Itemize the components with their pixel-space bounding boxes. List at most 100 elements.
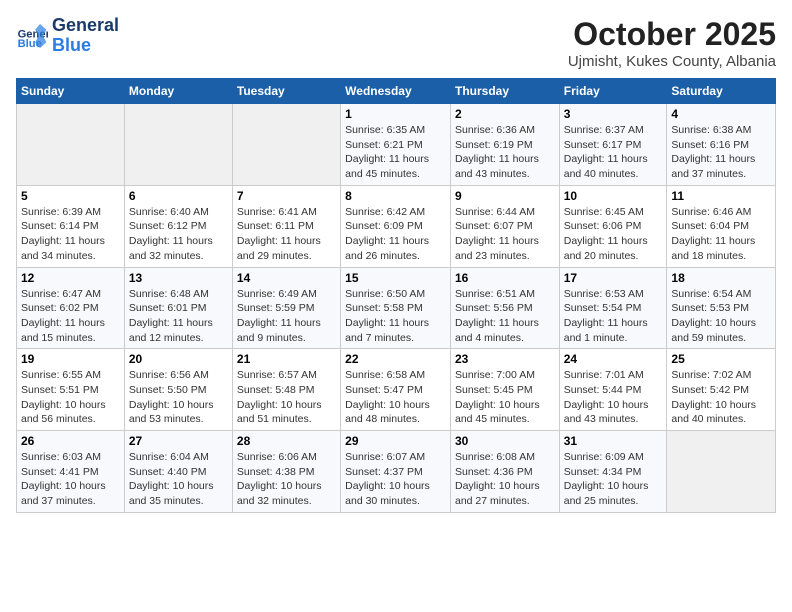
day-info: Sunrise: 6:41 AMSunset: 6:11 PMDaylight:… xyxy=(237,205,336,264)
day-info: Sunrise: 7:02 AMSunset: 5:42 PMDaylight:… xyxy=(671,368,771,427)
calendar-cell: 10Sunrise: 6:45 AMSunset: 6:06 PMDayligh… xyxy=(559,185,667,267)
day-info: Sunrise: 6:07 AMSunset: 4:37 PMDaylight:… xyxy=(345,450,446,509)
calendar-cell: 9Sunrise: 6:44 AMSunset: 6:07 PMDaylight… xyxy=(450,185,559,267)
calendar-cell: 30 Sunrise: 6:08 AMSunset: 4:36 PMDayligh… xyxy=(450,431,559,513)
calendar-cell: 17Sunrise: 6:53 AMSunset: 5:54 PMDayligh… xyxy=(559,267,667,349)
calendar-cell: 4Sunrise: 6:38 AMSunset: 6:16 PMDaylight… xyxy=(667,104,776,186)
weekday-header-tuesday: Tuesday xyxy=(232,79,340,104)
calendar-cell: 28 Sunrise: 6:06 AMSunset: 4:38 PMDayligh… xyxy=(232,431,340,513)
calendar-header: SundayMondayTuesdayWednesdayThursdayFrid… xyxy=(17,79,776,104)
day-number: 11 xyxy=(671,189,771,203)
calendar-cell: 22 Sunrise: 6:58 AMSunset: 5:47 PMDayligh… xyxy=(341,349,451,431)
day-number: 18 xyxy=(671,271,771,285)
calendar-cell: 8 Sunrise: 6:42 AMSunset: 6:09 PMDaylight… xyxy=(341,185,451,267)
calendar-cell: 3 Sunrise: 6:37 AMSunset: 6:17 PMDaylight… xyxy=(559,104,667,186)
day-info: Sunrise: 6:03 AMSunset: 4:41 PMDaylight:… xyxy=(21,450,120,509)
day-number: 26 xyxy=(21,434,120,448)
day-info: Sunrise: 6:55 AMSunset: 5:51 PMDaylight:… xyxy=(21,368,120,427)
day-info: Sunrise: 7:01 AMSunset: 5:44 PMDaylight:… xyxy=(564,368,663,427)
calendar-cell: 5 Sunrise: 6:39 AMSunset: 6:14 PMDaylight… xyxy=(17,185,125,267)
calendar-week-2: 5 Sunrise: 6:39 AMSunset: 6:14 PMDaylight… xyxy=(17,185,776,267)
day-number: 27 xyxy=(129,434,228,448)
calendar-week-5: 26 Sunrise: 6:03 AMSunset: 4:41 PMDayligh… xyxy=(17,431,776,513)
day-info: Sunrise: 6:37 AMSunset: 6:17 PMDaylight:… xyxy=(564,123,663,182)
calendar-cell: 21 Sunrise: 6:57 AMSunset: 5:48 PMDayligh… xyxy=(232,349,340,431)
day-info: Sunrise: 6:48 AMSunset: 6:01 PMDaylight:… xyxy=(129,287,228,346)
calendar-cell: 12 Sunrise: 6:47 AMSunset: 6:02 PMDayligh… xyxy=(17,267,125,349)
day-info: Sunrise: 6:42 AMSunset: 6:09 PMDaylight:… xyxy=(345,205,446,264)
day-info: Sunrise: 6:36 AMSunset: 6:19 PMDaylight:… xyxy=(455,123,555,182)
page-header: General Blue General Blue October 2025 U… xyxy=(16,16,776,70)
calendar-cell: 23 Sunrise: 7:00 AMSunset: 5:45 PMDayligh… xyxy=(450,349,559,431)
day-info: Sunrise: 6:58 AMSunset: 5:47 PMDaylight:… xyxy=(345,368,446,427)
day-info: Sunrise: 6:44 AMSunset: 6:07 PMDaylight:… xyxy=(455,205,555,264)
day-number: 22 xyxy=(345,352,446,366)
weekday-header-monday: Monday xyxy=(124,79,232,104)
page-subtitle: Ujmisht, Kukes County, Albania xyxy=(568,53,776,70)
day-number: 28 xyxy=(237,434,336,448)
day-info: Sunrise: 6:04 AMSunset: 4:40 PMDaylight:… xyxy=(129,450,228,509)
day-info: Sunrise: 6:08 AMSunset: 4:36 PMDaylight:… xyxy=(455,450,555,509)
calendar-cell xyxy=(17,104,125,186)
day-number: 30 xyxy=(455,434,555,448)
day-info: Sunrise: 6:09 AMSunset: 4:34 PMDaylight:… xyxy=(564,450,663,509)
day-info: Sunrise: 6:39 AMSunset: 6:14 PMDaylight:… xyxy=(21,205,120,264)
title-block: October 2025 Ujmisht, Kukes County, Alba… xyxy=(568,16,776,70)
calendar-cell: 1Sunrise: 6:35 AMSunset: 6:21 PMDaylight… xyxy=(341,104,451,186)
day-number: 25 xyxy=(671,352,771,366)
day-info: Sunrise: 6:54 AMSunset: 5:53 PMDaylight:… xyxy=(671,287,771,346)
logo-icon: General Blue xyxy=(16,20,48,52)
calendar-cell: 29 Sunrise: 6:07 AMSunset: 4:37 PMDayligh… xyxy=(341,431,451,513)
calendar-cell: 7 Sunrise: 6:41 AMSunset: 6:11 PMDaylight… xyxy=(232,185,340,267)
day-number: 15 xyxy=(345,271,446,285)
day-info: Sunrise: 6:46 AMSunset: 6:04 PMDaylight:… xyxy=(671,205,771,264)
calendar-cell: 19Sunrise: 6:55 AMSunset: 5:51 PMDayligh… xyxy=(17,349,125,431)
day-number: 8 xyxy=(345,189,446,203)
calendar-cell: 11 Sunrise: 6:46 AMSunset: 6:04 PMDayligh… xyxy=(667,185,776,267)
calendar-cell: 18 Sunrise: 6:54 AMSunset: 5:53 PMDayligh… xyxy=(667,267,776,349)
day-info: Sunrise: 6:35 AMSunset: 6:21 PMDaylight:… xyxy=(345,123,446,182)
day-number: 29 xyxy=(345,434,446,448)
day-info: Sunrise: 6:47 AMSunset: 6:02 PMDaylight:… xyxy=(21,287,120,346)
day-info: Sunrise: 7:00 AMSunset: 5:45 PMDaylight:… xyxy=(455,368,555,427)
day-info: Sunrise: 6:57 AMSunset: 5:48 PMDaylight:… xyxy=(237,368,336,427)
day-number: 17 xyxy=(564,271,663,285)
day-number: 12 xyxy=(21,271,120,285)
day-number: 5 xyxy=(21,189,120,203)
weekday-header-wednesday: Wednesday xyxy=(341,79,451,104)
day-number: 6 xyxy=(129,189,228,203)
logo-blue: Blue xyxy=(52,36,119,56)
day-info: Sunrise: 6:51 AMSunset: 5:56 PMDaylight:… xyxy=(455,287,555,346)
calendar-cell: 15 Sunrise: 6:50 AMSunset: 5:58 PMDayligh… xyxy=(341,267,451,349)
day-number: 14 xyxy=(237,271,336,285)
day-number: 2 xyxy=(455,107,555,121)
calendar-table: SundayMondayTuesdayWednesdayThursdayFrid… xyxy=(16,78,776,513)
day-info: Sunrise: 6:45 AMSunset: 6:06 PMDaylight:… xyxy=(564,205,663,264)
day-number: 21 xyxy=(237,352,336,366)
day-number: 4 xyxy=(671,107,771,121)
day-number: 20 xyxy=(129,352,228,366)
calendar-week-3: 12 Sunrise: 6:47 AMSunset: 6:02 PMDayligh… xyxy=(17,267,776,349)
day-info: Sunrise: 6:40 AMSunset: 6:12 PMDaylight:… xyxy=(129,205,228,264)
day-info: Sunrise: 6:50 AMSunset: 5:58 PMDaylight:… xyxy=(345,287,446,346)
day-number: 24 xyxy=(564,352,663,366)
calendar-cell: 25 Sunrise: 7:02 AMSunset: 5:42 PMDayligh… xyxy=(667,349,776,431)
day-number: 3 xyxy=(564,107,663,121)
day-number: 23 xyxy=(455,352,555,366)
calendar-body: 1Sunrise: 6:35 AMSunset: 6:21 PMDaylight… xyxy=(17,104,776,513)
day-number: 7 xyxy=(237,189,336,203)
calendar-cell xyxy=(124,104,232,186)
calendar-week-4: 19Sunrise: 6:55 AMSunset: 5:51 PMDayligh… xyxy=(17,349,776,431)
calendar-cell: 2 Sunrise: 6:36 AMSunset: 6:19 PMDaylight… xyxy=(450,104,559,186)
calendar-week-1: 1Sunrise: 6:35 AMSunset: 6:21 PMDaylight… xyxy=(17,104,776,186)
day-info: Sunrise: 6:06 AMSunset: 4:38 PMDaylight:… xyxy=(237,450,336,509)
day-info: Sunrise: 6:56 AMSunset: 5:50 PMDaylight:… xyxy=(129,368,228,427)
calendar-cell: 16Sunrise: 6:51 AMSunset: 5:56 PMDayligh… xyxy=(450,267,559,349)
weekday-header-sunday: Sunday xyxy=(17,79,125,104)
weekday-header-thursday: Thursday xyxy=(450,79,559,104)
calendar-cell: 6 Sunrise: 6:40 AMSunset: 6:12 PMDaylight… xyxy=(124,185,232,267)
calendar-cell xyxy=(232,104,340,186)
day-number: 31 xyxy=(564,434,663,448)
calendar-cell: 26 Sunrise: 6:03 AMSunset: 4:41 PMDayligh… xyxy=(17,431,125,513)
calendar-cell: 31 Sunrise: 6:09 AMSunset: 4:34 PMDayligh… xyxy=(559,431,667,513)
